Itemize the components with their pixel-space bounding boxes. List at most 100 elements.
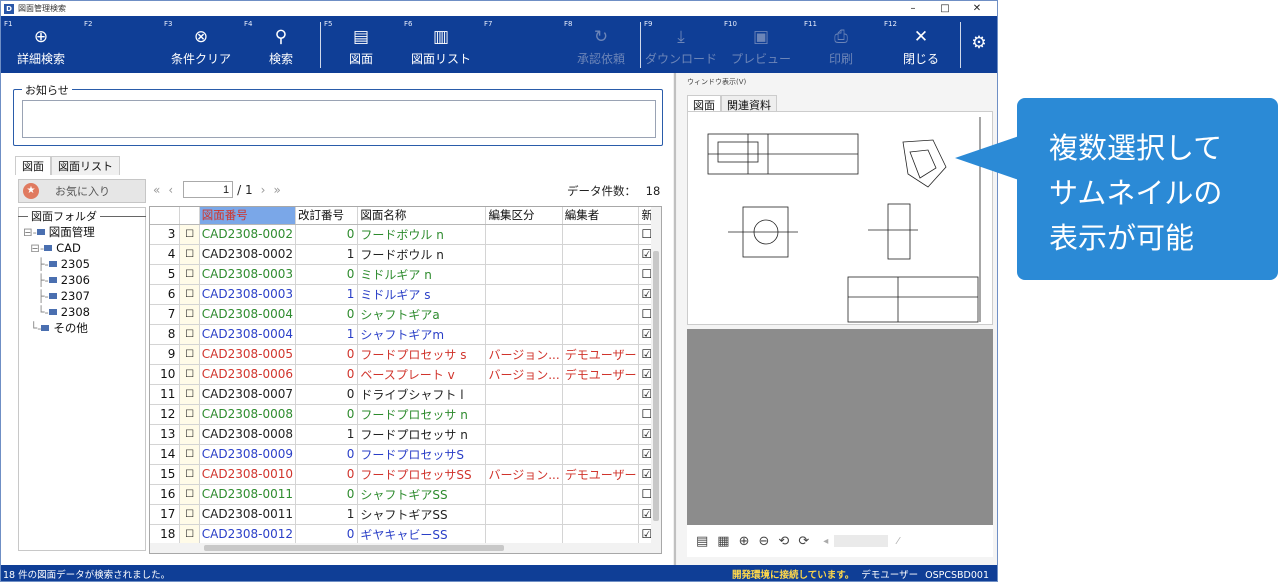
tree-node-2307[interactable]: ├- 2307	[23, 288, 95, 304]
slider-left-icon[interactable]: ◂	[823, 536, 828, 547]
table-row[interactable]: 15 ☐ CAD2308-0010 0 フードプロセッサSS バージョン... デモユーザー…	[150, 464, 661, 485]
row-checkbox[interactable]: ☐	[179, 344, 200, 365]
fkey-label: F2	[84, 20, 93, 28]
status-message: 18 件の図面データが検索されました。	[3, 569, 171, 581]
minimize-button[interactable]: –	[897, 1, 929, 16]
col-header-edit-type[interactable]: 編集区分	[485, 207, 563, 225]
tree-label: 2305	[60, 257, 90, 271]
revision-cell: 0	[295, 464, 359, 485]
scroll-thumb[interactable]	[204, 545, 504, 551]
table-row[interactable]: 5 ☐ CAD2308-0003 0 ミドルギア n ☐	[150, 264, 661, 285]
drawing-grid[interactable]: 図面番号 改訂番号 図面名称 編集区分 編集者 新 3 ☐ CAD2308-0002…	[149, 206, 662, 554]
row-checkbox[interactable]: ☐	[179, 244, 200, 265]
first-page-button[interactable]: «	[153, 183, 160, 197]
rotate-left-icon[interactable]: ⟲	[778, 534, 789, 549]
approval-request-button[interactable]: F8 ↻ 承認依頼	[561, 16, 641, 73]
page-number-input[interactable]	[183, 181, 234, 198]
detail-search-button[interactable]: F1 ⊕ 詳細検索	[1, 16, 81, 73]
table-row[interactable]: 16 ☐ CAD2308-0011 0 シャフトギアSS ☐	[150, 484, 661, 505]
col-header-editor[interactable]: 編集者	[562, 207, 640, 225]
search-button[interactable]: F4 ⚲ 検索	[241, 16, 321, 73]
table-row[interactable]: 10 ☐ CAD2308-0006 0 ベースプレート v バージョン... デモユーザー ☑	[150, 364, 661, 385]
table-row[interactable]: 8 ☐ CAD2308-0004 1 シャフトギアm ☑	[150, 324, 661, 345]
print-button[interactable]: F11 ⎙ 印刷	[801, 16, 881, 73]
slider-thumb-icon[interactable]: ⁄	[897, 536, 899, 547]
col-header-drawing-no[interactable]: 図面番号	[199, 207, 297, 225]
notice-legend: お知らせ	[22, 82, 72, 98]
folder-icon	[48, 293, 57, 299]
drawing-icon: ▤	[352, 27, 370, 47]
tab-drawing-list[interactable]: 図面リスト	[51, 156, 120, 175]
row-checkbox[interactable]: ☐	[179, 364, 200, 385]
close-button[interactable]: F12 ✕ 閉じる	[881, 16, 961, 73]
search-icon: ⚲	[274, 27, 288, 47]
rotate-right-icon[interactable]: ⟳	[798, 534, 809, 549]
close-window-button[interactable]: ✕	[961, 1, 993, 16]
row-checkbox[interactable]: ☐	[179, 404, 200, 425]
preview-area	[687, 329, 993, 525]
pane-splitter[interactable]	[674, 73, 676, 565]
revision-cell: 1	[295, 424, 359, 445]
edit-page-icon[interactable]: ▦	[717, 534, 729, 549]
maximize-button[interactable]: □	[929, 1, 961, 16]
row-checkbox[interactable]: ☐	[179, 504, 200, 525]
folder-icon	[48, 277, 57, 283]
table-row[interactable]: 17 ☐ CAD2308-0011 1 シャフトギアSS ☑	[150, 504, 661, 525]
page-icon[interactable]: ▤	[696, 534, 708, 549]
table-row[interactable]: 3 ☐ CAD2308-0002 0 フードボウル n ☐	[150, 224, 661, 245]
table-row[interactable]: 4 ☐ CAD2308-0002 1 フードボウル n ☑	[150, 244, 661, 265]
row-checkbox[interactable]: ☐	[179, 384, 200, 405]
col-header-name[interactable]: 図面名称	[357, 207, 487, 225]
table-row[interactable]: 14 ☐ CAD2308-0009 0 フードプロセッサS ☑	[150, 444, 661, 465]
last-page-button[interactable]: »	[273, 183, 280, 197]
tree-node-other[interactable]: └- その他	[23, 320, 95, 336]
tree-node-2306[interactable]: ├- 2306	[23, 272, 95, 288]
drawing-button[interactable]: F5 ▤ 図面	[321, 16, 401, 73]
download-button[interactable]: F9 ⤓ ダウンロード	[641, 16, 721, 73]
col-header-revision[interactable]: 改訂番号	[295, 207, 359, 225]
table-row[interactable]: 7 ☐ CAD2308-0004 0 シャフトギアa ☐	[150, 304, 661, 325]
row-checkbox[interactable]: ☐	[179, 284, 200, 305]
zoom-slider[interactable]	[834, 535, 889, 547]
row-checkbox[interactable]: ☐	[179, 444, 200, 465]
favorites-button[interactable]: ★ お気に入り	[18, 179, 146, 203]
vertical-scrollbar[interactable]	[651, 207, 661, 553]
fkey-label: F4	[244, 20, 253, 28]
table-row[interactable]: 12 ☐ CAD2308-0008 0 フードプロセッサ n ☐	[150, 404, 661, 425]
table-row[interactable]: 6 ☐ CAD2308-0003 1 ミドルギア s ☑	[150, 284, 661, 305]
tree-node-2308[interactable]: └- 2308	[23, 304, 95, 320]
editor-cell	[562, 523, 640, 545]
tab-drawing[interactable]: 図面	[15, 156, 51, 175]
tree-node-cad[interactable]: ⊟- CAD	[23, 240, 95, 256]
row-checkbox[interactable]: ☐	[179, 264, 200, 285]
table-row[interactable]: 18 ☐ CAD2308-0012 0 ギヤキャビーSS ☑	[150, 523, 661, 545]
thumbnail-view[interactable]	[687, 111, 993, 325]
row-checkbox[interactable]: ☐	[179, 523, 200, 545]
zoom-out-icon[interactable]: ⊖	[759, 534, 770, 549]
col-header-check[interactable]	[179, 207, 200, 225]
table-row[interactable]: 13 ☐ CAD2308-0008 1 フードプロセッサ n ☑	[150, 424, 661, 445]
editor-cell	[562, 244, 640, 265]
tree-node-2305[interactable]: ├- 2305	[23, 256, 95, 272]
table-row[interactable]: 9 ☐ CAD2308-0005 0 フードプロセッサ s バージョン... デモユーザー ☑	[150, 344, 661, 365]
settings-button[interactable]: ⚙	[961, 16, 997, 73]
row-checkbox[interactable]: ☐	[179, 224, 200, 245]
horizontal-scrollbar[interactable]	[150, 543, 652, 553]
scroll-thumb[interactable]	[653, 251, 659, 521]
col-header-rownum[interactable]	[150, 207, 181, 225]
tree-node-root[interactable]: ⊟- 図面管理	[23, 224, 95, 240]
preview-button[interactable]: F10 ▣ プレビュー	[721, 16, 801, 73]
prev-page-button[interactable]: ‹	[168, 183, 173, 197]
zoom-in-icon[interactable]: ⊕	[739, 534, 750, 549]
next-page-button[interactable]: ›	[261, 183, 266, 197]
table-row[interactable]: 11 ☐ CAD2308-0007 0 ドライブシャフト l ☑	[150, 384, 661, 405]
drawing-name-cell: フードボウル n	[357, 244, 487, 265]
drawing-list-button[interactable]: F6 ▥ 図面リスト	[401, 16, 481, 73]
thumbnail-pane: ウィンドウ表示(V) 図面 関連資料 ▤ ▦ ⊕ ⊖ ⟲ ⟳ ◂ ⁄	[677, 73, 997, 565]
row-checkbox[interactable]: ☐	[179, 304, 200, 325]
row-checkbox[interactable]: ☐	[179, 484, 200, 505]
clear-conditions-button[interactable]: F3 ⊗ 条件クリア	[161, 16, 241, 73]
row-checkbox[interactable]: ☐	[179, 464, 200, 485]
row-checkbox[interactable]: ☐	[179, 324, 200, 345]
row-checkbox[interactable]: ☐	[179, 424, 200, 445]
